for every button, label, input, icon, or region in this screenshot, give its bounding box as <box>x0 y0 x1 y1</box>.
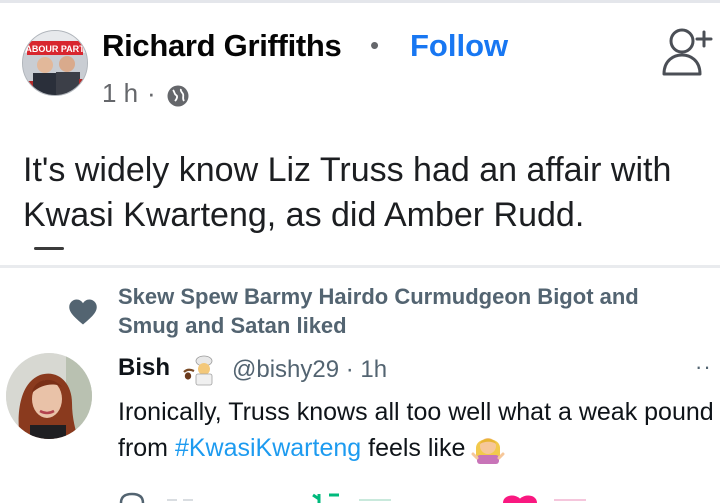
post-text: It's widely know Liz Truss had an affair… <box>23 151 672 234</box>
heart-icon <box>69 299 97 325</box>
like-count-fragment <box>554 499 586 501</box>
post-time[interactable]: 1 h <box>102 78 138 109</box>
tweet-avatar[interactable] <box>6 353 92 439</box>
hashtag-link[interactable]: #KwasiKwarteng <box>175 434 361 462</box>
time-separator: · <box>147 78 156 108</box>
retweet-count-fragment <box>359 499 391 501</box>
reply-count-fragment <box>167 499 193 501</box>
reply-icon[interactable] <box>118 492 146 503</box>
top-border <box>0 0 720 3</box>
add-friend-icon[interactable] <box>660 24 716 80</box>
tweet-card: Skew Spew Barmy Hairdo Curmudgeon Bigot … <box>0 268 720 503</box>
author-avatar[interactable]: ABOUR PART <box>22 30 88 96</box>
tweet-text-end: feels like <box>361 434 466 462</box>
retweet-icon[interactable] <box>305 492 345 503</box>
author-name[interactable]: Richard Griffiths <box>102 28 342 64</box>
liked-by-text[interactable]: Skew Spew Barmy Hairdo Curmudgeon Bigot … <box>118 282 698 340</box>
like-icon[interactable] <box>500 492 540 503</box>
tweet-handle-time[interactable]: @bishy29 · 1h <box>232 356 387 384</box>
tweet-text: Ironically, Truss knows all too well wha… <box>118 394 718 466</box>
globe-icon <box>167 85 189 107</box>
emoji-woman-icon <box>471 438 505 464</box>
facebook-post: ABOUR PART Richard Griffiths • Follow 1 … <box>0 0 720 265</box>
follow-button[interactable]: Follow <box>410 28 508 64</box>
more-icon[interactable]: ·· <box>695 354 712 380</box>
name-separator: • <box>370 30 380 60</box>
tweet-actions-row <box>0 492 720 503</box>
avatar-sign-text: ABOUR PART <box>25 44 85 54</box>
tweet-author-name[interactable]: Bish <box>118 354 170 382</box>
emoji-pot-icon <box>183 355 213 386</box>
reaction-stub <box>34 247 64 250</box>
